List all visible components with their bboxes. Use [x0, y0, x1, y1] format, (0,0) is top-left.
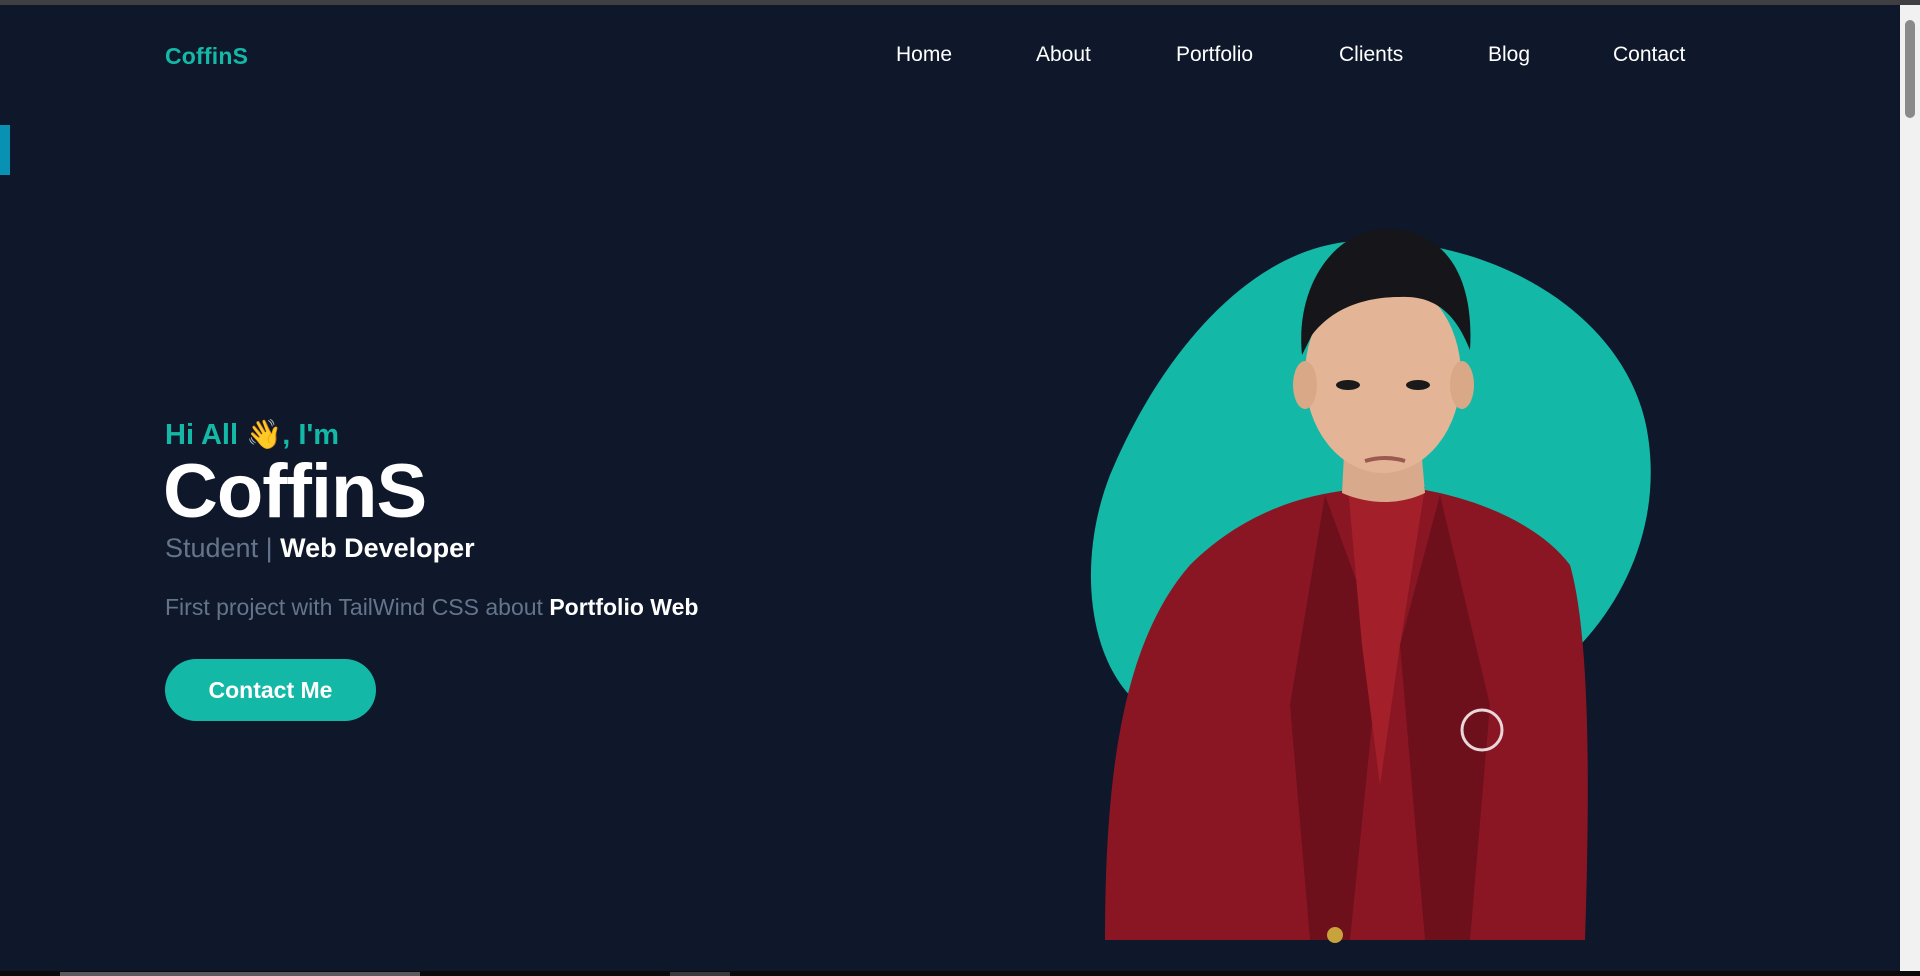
nav-home[interactable]: Home: [896, 43, 952, 67]
bottom-tab-indicator-secondary: [670, 972, 730, 976]
contact-me-button[interactable]: Contact Me: [165, 659, 376, 721]
portfolio-page: CoffinS Home About Portfolio Clients Blo…: [0, 5, 1900, 971]
nav-blog[interactable]: Blog: [1488, 43, 1530, 67]
nav-portfolio[interactable]: Portfolio: [1176, 43, 1253, 67]
description-prefix: First project with TailWind CSS about: [165, 594, 550, 620]
eye-right: [1406, 380, 1430, 390]
jacket-button: [1327, 927, 1343, 943]
ear-left: [1293, 361, 1317, 409]
nav-clients[interactable]: Clients: [1339, 43, 1403, 67]
role-prefix: Student |: [165, 533, 281, 563]
scrollbar-thumb[interactable]: [1905, 20, 1915, 118]
role-title: Web Developer: [280, 533, 475, 563]
hero-description: First project with TailWind CSS about Po…: [165, 594, 698, 621]
nav-contact[interactable]: Contact: [1613, 43, 1685, 67]
ear-right: [1450, 361, 1474, 409]
hero-name: CoffinS: [163, 449, 427, 534]
hero-greeting: Hi All 👋, I'm: [165, 418, 339, 452]
waving-hand-icon: 👋: [246, 419, 283, 451]
description-highlight: Portfolio Web: [549, 594, 699, 620]
greeting-prefix: Hi All: [165, 419, 247, 451]
hero-role: Student | Web Developer: [165, 533, 475, 564]
vertical-scrollbar[interactable]: [1900, 5, 1920, 971]
nav-about[interactable]: About: [1036, 43, 1091, 67]
side-marker: [0, 125, 10, 175]
site-logo[interactable]: CoffinS: [165, 43, 248, 70]
eye-left: [1336, 380, 1360, 390]
hero-image: [1090, 228, 1651, 943]
bottom-tab-indicator: [60, 972, 420, 976]
greeting-suffix: , I'm: [282, 419, 340, 451]
